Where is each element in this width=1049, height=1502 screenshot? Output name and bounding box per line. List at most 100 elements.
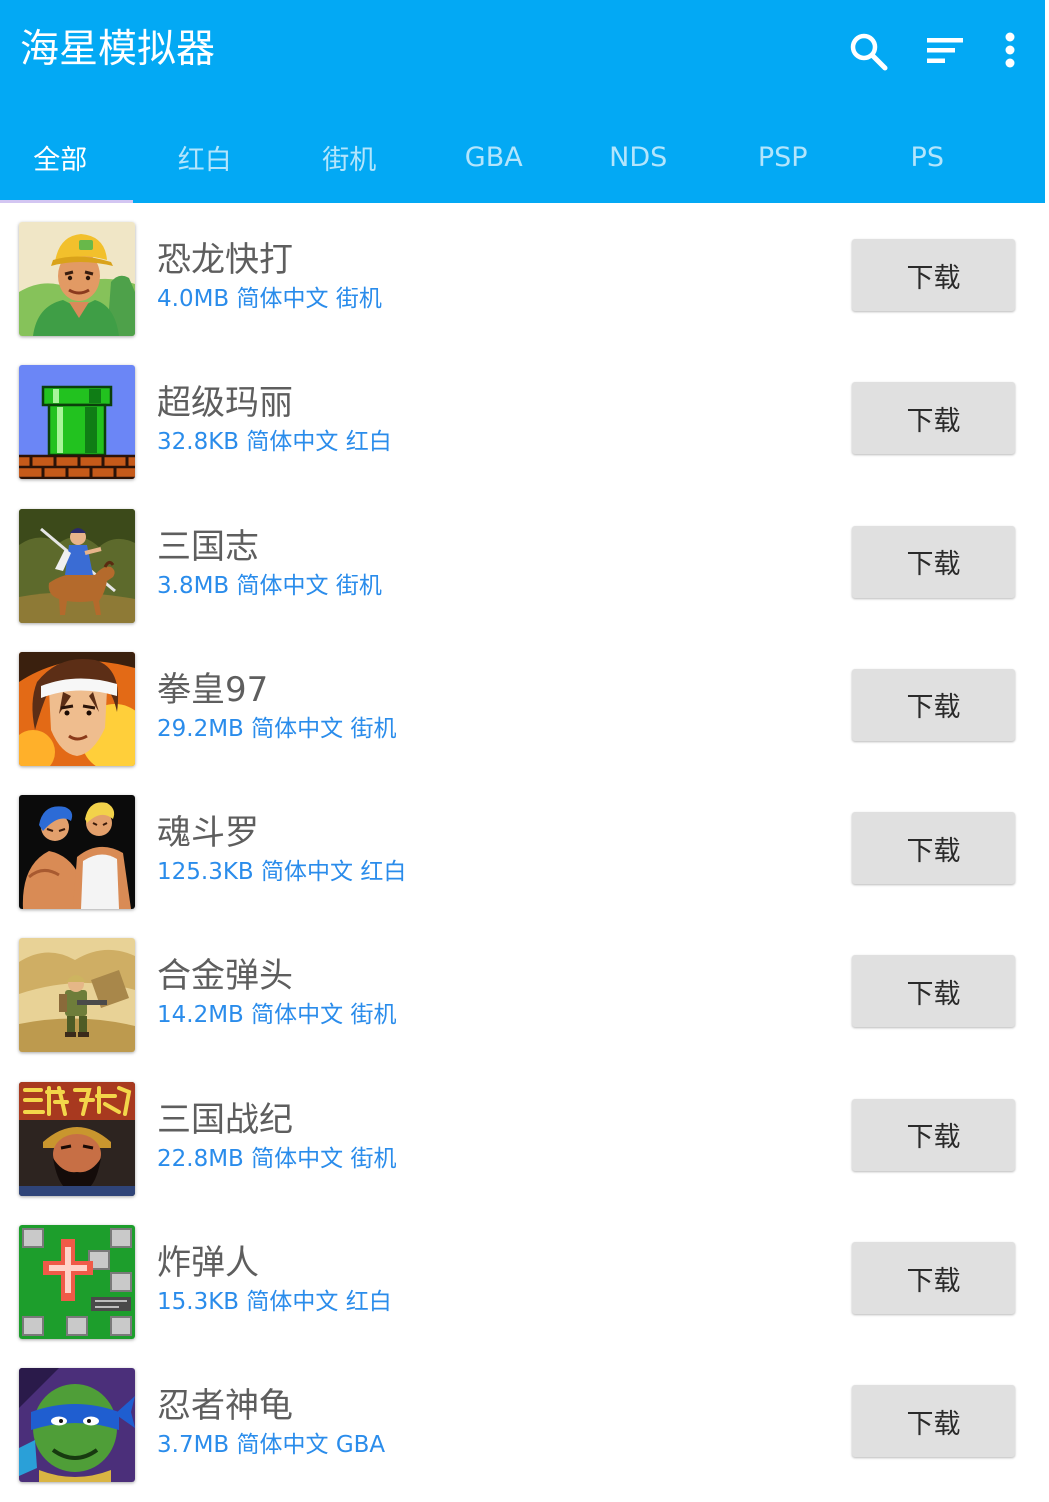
tab-all[interactable]: 全部 [0, 105, 133, 203]
headband-fighter-cover [19, 651, 135, 766]
game-meta: 15.3KB 简体中文 红白 [157, 1287, 392, 1317]
game-category: GBA [335, 1432, 386, 1459]
category-tabs: 全部 红白 街机 GBA NDS PSP PS [0, 105, 1000, 203]
game-meta: 4.0MB 简体中文 街机 [157, 284, 382, 314]
game-list-item[interactable]: 三国战纪 22.8MB 简体中文 街机 下载 [0, 1067, 1049, 1210]
game-meta: 32.8KB 简体中文 红白 [157, 427, 392, 457]
green-pipe-bricks-cover [19, 365, 135, 480]
game-meta: 125.3KB 简体中文 红白 [157, 857, 406, 887]
game-cover-image [19, 795, 135, 910]
ninja-turtle-cover [19, 1368, 135, 1483]
game-category: 街机 [350, 1002, 397, 1029]
download-button-label: 下载 [906, 692, 961, 724]
game-size: 32.8KB [157, 429, 240, 456]
game-language: 简体中文 [246, 429, 339, 456]
game-list-item[interactable]: 魂斗罗 125.3KB 简体中文 红白 下载 [0, 780, 1049, 923]
game-language: 简体中文 [261, 859, 354, 886]
game-cover-image [19, 1081, 135, 1196]
desert-soldier-cover [19, 938, 135, 1053]
game-meta: 3.7MB 简体中文 GBA [157, 1430, 385, 1460]
game-language: 简体中文 [236, 572, 329, 599]
tab-nds[interactable]: NDS [566, 105, 711, 203]
download-button-label: 下载 [906, 1265, 961, 1297]
game-cover-image [19, 1368, 135, 1483]
download-button-label: 下载 [906, 835, 961, 867]
game-size: 4.0MB [157, 286, 230, 312]
game-list-item[interactable]: 三国志 3.8MB 简体中文 街机 下载 [0, 494, 1049, 637]
game-size: 14.2MB [157, 1002, 244, 1029]
tab-nes[interactable]: 红白 [133, 105, 278, 203]
download-button[interactable]: 下载 [852, 1385, 1015, 1458]
game-list-item[interactable]: 超级玛丽 32.8KB 简体中文 红白 下载 [0, 350, 1049, 493]
tab-label: GBA [464, 141, 523, 173]
soldier-cap-portrait-cover [19, 222, 135, 336]
game-size: 29.2MB [157, 715, 244, 742]
tab-label: PS [910, 141, 944, 173]
game-size: 125.3KB [157, 859, 254, 886]
game-category: 街机 [350, 1145, 397, 1172]
two-commandos-cover [19, 795, 135, 910]
tab-label: 红白 [177, 144, 232, 176]
game-title: 恐龙快打 [157, 240, 293, 280]
game-list-item[interactable]: 拳皇97 29.2MB 简体中文 街机 下载 [0, 637, 1049, 780]
game-language: 简体中文 [246, 1289, 339, 1316]
game-category: 街机 [350, 715, 397, 742]
game-size: 3.8MB [157, 572, 230, 599]
game-title: 拳皇97 [157, 669, 269, 710]
game-category: 红白 [360, 859, 407, 886]
download-button[interactable]: 下载 [852, 382, 1015, 455]
game-title: 三国战纪 [157, 1099, 293, 1140]
tab-psp[interactable]: PSP [711, 105, 856, 203]
game-language: 简体中文 [251, 1002, 344, 1029]
game-title: 超级玛丽 [157, 383, 293, 424]
download-button[interactable]: 下载 [852, 525, 1015, 598]
search-button[interactable] [848, 31, 888, 71]
download-button[interactable]: 下载 [852, 812, 1015, 885]
game-meta: 29.2MB 简体中文 街机 [157, 714, 396, 744]
tab-label: 街机 [322, 144, 377, 176]
game-category: 街机 [335, 572, 382, 599]
game-meta: 22.8MB 简体中文 街机 [157, 1144, 396, 1174]
game-language: 简体中文 [251, 1145, 344, 1172]
more-options-button[interactable] [998, 28, 1022, 74]
game-cover-image [19, 222, 135, 336]
download-button-label: 下载 [906, 1408, 961, 1440]
app-bar: 海星模拟器 全部 红白 街机 GBA NDS PSP PS [0, 0, 1045, 203]
game-meta: 14.2MB 简体中文 街机 [157, 1000, 396, 1030]
game-title: 魂斗罗 [157, 813, 259, 854]
game-title: 合金弹头 [157, 956, 293, 997]
download-button[interactable]: 下载 [852, 668, 1015, 741]
game-language: 简体中文 [236, 1432, 329, 1459]
game-size: 22.8MB [157, 1145, 244, 1172]
tab-ps[interactable]: PS [855, 105, 1000, 203]
bomb-grid-cover [19, 1225, 135, 1340]
game-title: 忍者神龟 [157, 1386, 293, 1427]
tab-arcade[interactable]: 街机 [277, 105, 422, 203]
bearded-general-cover [19, 1081, 135, 1196]
game-meta: 3.8MB 简体中文 街机 [157, 571, 382, 601]
download-button-label: 下载 [906, 549, 961, 581]
tab-label: NDS [609, 141, 668, 173]
download-button-label: 下载 [906, 1122, 961, 1154]
game-list-item[interactable]: 炸弹人 15.3KB 简体中文 红白 下载 [0, 1210, 1049, 1353]
game-category: 红白 [345, 429, 392, 456]
game-list-item[interactable]: 忍者神龟 3.7MB 简体中文 GBA 下载 [0, 1353, 1049, 1496]
game-size: 15.3KB [157, 1289, 240, 1316]
game-list-item[interactable]: 恐龙快打 4.0MB 简体中文 街机 下载 [0, 207, 1049, 350]
download-button[interactable]: 下载 [852, 955, 1015, 1028]
game-list-item[interactable]: 合金弹头 14.2MB 简体中文 街机 下载 [0, 923, 1049, 1066]
game-language: 简体中文 [251, 715, 344, 742]
tab-label: PSP [757, 141, 808, 173]
tab-label: 全部 [33, 144, 88, 176]
download-button[interactable]: 下载 [852, 1242, 1015, 1315]
tab-gba[interactable]: GBA [422, 105, 567, 203]
download-button[interactable]: 下载 [852, 1098, 1015, 1171]
sort-icon [927, 38, 963, 63]
sort-button[interactable] [925, 30, 965, 70]
game-category: 街机 [335, 286, 382, 312]
game-size: 3.7MB [157, 1432, 230, 1459]
download-button[interactable]: 下载 [852, 239, 1015, 311]
download-button-label: 下载 [906, 978, 961, 1010]
game-list: 恐龙快打 4.0MB 简体中文 街机 下载 超级玛丽 32.8KB 简体中文 红… [0, 207, 1049, 1497]
app-title: 海星模拟器 [20, 27, 216, 72]
